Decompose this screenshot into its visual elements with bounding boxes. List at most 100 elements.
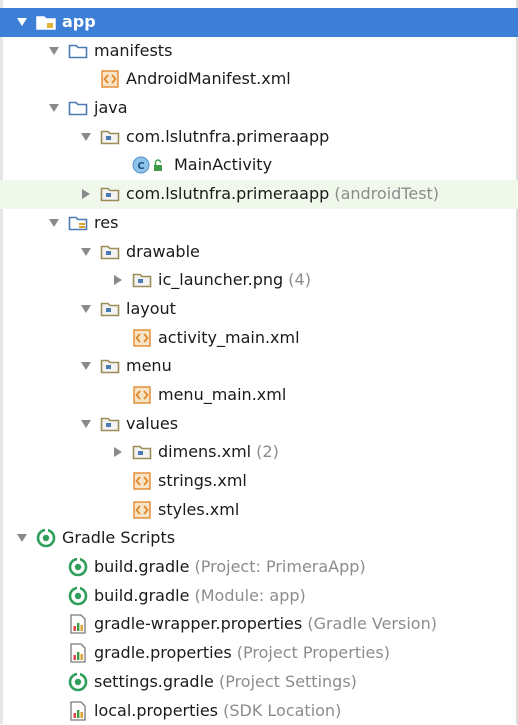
item-name: build.gradle	[94, 557, 189, 576]
xml-file-icon	[132, 329, 152, 347]
tree-row[interactable]: C MainActivity	[0, 151, 518, 180]
tree-item-label: AndroidManifest.xml	[126, 69, 291, 88]
item-name: values	[126, 414, 178, 433]
tree-item-label: dimens.xml (2)	[158, 442, 279, 461]
gradle-icon	[68, 587, 88, 605]
tree-item-label: build.gradle (Module: app)	[94, 586, 306, 605]
item-name: strings.xml	[158, 471, 247, 490]
item-hint: (Project Properties)	[232, 643, 390, 662]
tree-row[interactable]: strings.xml	[0, 467, 518, 496]
gradle-icon	[36, 529, 56, 547]
item-hint: (4)	[283, 270, 311, 289]
tree-row[interactable]: settings.gradle (Project Settings)	[0, 668, 518, 697]
package-icon	[132, 443, 152, 461]
module-folder-icon	[36, 13, 56, 31]
expanded-arrow-icon[interactable]	[78, 301, 94, 317]
item-name: res	[94, 213, 118, 232]
tree-row[interactable]: com.lslutnfra.primeraapp	[0, 123, 518, 152]
tree-item-label: strings.xml	[158, 471, 247, 490]
collapsed-arrow-icon[interactable]	[78, 186, 94, 202]
tree-row[interactable]: menu	[0, 352, 518, 381]
tree-item-label: MainActivity	[174, 155, 272, 174]
tree-row[interactable]: build.gradle (Module: app)	[0, 582, 518, 611]
tree-row[interactable]: styles.xml	[0, 496, 518, 525]
class-icon: C	[132, 156, 166, 174]
tree-row[interactable]: activity_main.xml	[0, 324, 518, 353]
tree-row[interactable]: values	[0, 410, 518, 439]
tree-item-label: styles.xml	[158, 500, 239, 519]
tree-item-label: drawable	[126, 242, 200, 261]
tree-row[interactable]: gradle.properties (Project Properties)	[0, 639, 518, 668]
tree-row[interactable]: menu_main.xml	[0, 381, 518, 410]
tree-row[interactable]: res	[0, 209, 518, 238]
tree-row[interactable]: AndroidManifest.xml	[0, 65, 518, 94]
tree-item-label: res	[94, 213, 118, 232]
expanded-arrow-icon[interactable]	[14, 14, 30, 30]
tree-row[interactable]: Gradle Scripts	[0, 524, 518, 553]
tree-item-label: gradle.properties (Project Properties)	[94, 643, 390, 662]
item-name: com.lslutnfra.primeraapp	[126, 184, 329, 203]
xml-file-icon	[132, 501, 152, 519]
tree-item-label: Gradle Scripts	[62, 528, 175, 547]
tree-row[interactable]: manifests	[0, 37, 518, 66]
tree-row[interactable]: drawable	[0, 238, 518, 267]
tree-row[interactable]: gradle-wrapper.properties (Gradle Versio…	[0, 610, 518, 639]
expanded-arrow-icon[interactable]	[46, 215, 62, 231]
svg-text:C: C	[137, 161, 144, 172]
tree-item-label: settings.gradle (Project Settings)	[94, 672, 357, 691]
tree-item-label: local.properties (SDK Location)	[94, 701, 341, 720]
tree-item-label: com.lslutnfra.primeraapp (androidTest)	[126, 184, 439, 203]
collapsed-arrow-icon[interactable]	[110, 444, 126, 460]
tree-item-label: layout	[126, 299, 176, 318]
tree-item-label: values	[126, 414, 178, 433]
tree-row[interactable]: dimens.xml (2)	[0, 438, 518, 467]
tree-row[interactable]: app	[0, 8, 518, 37]
item-hint: (Module: app)	[189, 586, 305, 605]
tree-item-label: java	[94, 98, 128, 117]
res-folder-icon	[68, 214, 88, 232]
tree-item-label: menu_main.xml	[158, 385, 286, 404]
item-name: MainActivity	[174, 155, 272, 174]
package-icon	[100, 300, 120, 318]
gradle-icon	[68, 673, 88, 691]
project-tree[interactable]: app manifests AndroidManifest.xml java c…	[0, 8, 518, 725]
tree-row[interactable]: local.properties (SDK Location)	[0, 697, 518, 725]
gradle-icon	[68, 558, 88, 576]
xml-file-icon	[132, 386, 152, 404]
expanded-arrow-icon[interactable]	[46, 100, 62, 116]
item-name: app	[62, 12, 96, 31]
item-name: settings.gradle	[94, 672, 214, 691]
expanded-arrow-icon[interactable]	[78, 129, 94, 145]
package-icon	[100, 415, 120, 433]
item-name: gradle.properties	[94, 643, 232, 662]
folder-icon	[68, 99, 88, 117]
package-icon	[132, 271, 152, 289]
xml-file-icon	[132, 472, 152, 490]
item-name: styles.xml	[158, 500, 239, 519]
tree-item-label: com.lslutnfra.primeraapp	[126, 127, 329, 146]
expanded-arrow-icon[interactable]	[46, 43, 62, 59]
item-name: activity_main.xml	[158, 328, 300, 347]
package-icon	[100, 357, 120, 375]
item-name: ic_launcher.png	[158, 270, 283, 289]
tree-row[interactable]: layout	[0, 295, 518, 324]
expanded-arrow-icon[interactable]	[14, 530, 30, 546]
expanded-arrow-icon[interactable]	[78, 358, 94, 374]
tree-item-label: gradle-wrapper.properties (Gradle Versio…	[94, 614, 437, 633]
tree-row[interactable]: build.gradle (Project: PrimeraApp)	[0, 553, 518, 582]
xml-file-icon	[100, 70, 120, 88]
item-hint: (Project Settings)	[214, 672, 357, 691]
folder-icon	[68, 42, 88, 60]
item-name: drawable	[126, 242, 200, 261]
item-name: local.properties	[94, 701, 218, 720]
expanded-arrow-icon[interactable]	[78, 244, 94, 260]
item-name: gradle-wrapper.properties	[94, 614, 302, 633]
collapsed-arrow-icon[interactable]	[110, 272, 126, 288]
tree-row[interactable]: java	[0, 94, 518, 123]
tree-row[interactable]: com.lslutnfra.primeraapp (androidTest)	[0, 180, 518, 209]
item-hint: (SDK Location)	[218, 701, 341, 720]
tree-row[interactable]: ic_launcher.png (4)	[0, 266, 518, 295]
properties-icon	[68, 702, 88, 720]
item-hint: (2)	[251, 442, 279, 461]
expanded-arrow-icon[interactable]	[78, 416, 94, 432]
